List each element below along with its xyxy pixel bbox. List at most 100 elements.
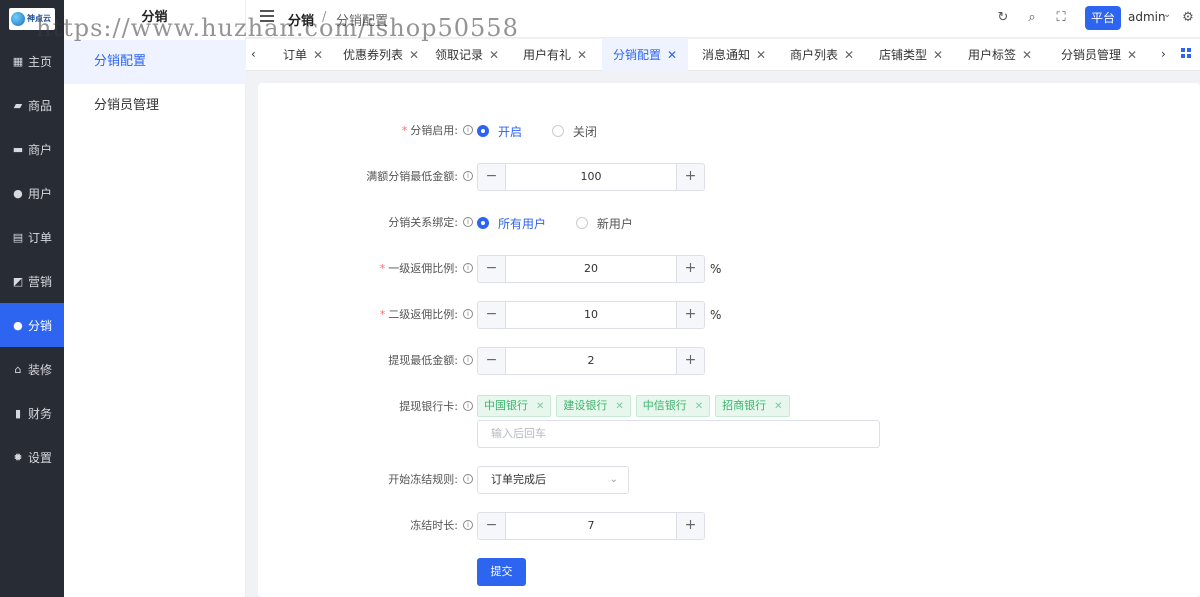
close-icon[interactable]: ✕ [313,48,323,62]
tab-user-tags[interactable]: 用户标签 ✕ [958,39,1042,71]
freeze-time-value[interactable]: 7 [506,513,676,539]
sidebar-item-label: 订单 [27,230,52,245]
sidebar-item-home[interactable]: ▦ 主页 [0,39,64,83]
close-icon[interactable]: ✕ [1127,48,1137,62]
submit-button[interactable]: 提交 [477,558,526,586]
info-icon[interactable]: i [463,474,473,484]
refresh-icon[interactable]: ↻ [995,10,1011,26]
bank-card-input[interactable]: 输入后回车 [477,420,880,448]
close-icon[interactable]: ✕ [1022,48,1032,62]
sidebar-item-orders[interactable]: ▤ 订单 [0,215,64,259]
tab-scroll-right-icon[interactable]: › [1161,47,1166,61]
close-icon[interactable]: ✕ [615,401,623,412]
increment-button[interactable]: + [676,164,704,190]
info-icon[interactable]: i [463,125,473,135]
menu-toggle-icon[interactable] [260,10,274,24]
decrement-button[interactable]: − [478,302,506,328]
tab-distributor-management[interactable]: 分销员管理 ✕ [1046,39,1152,71]
close-icon[interactable]: ✕ [409,48,419,62]
platform-button[interactable]: 平台 [1085,6,1121,30]
tab-scroll-left-icon[interactable]: ‹ [251,47,256,61]
increment-button[interactable]: + [676,256,704,282]
decrement-button[interactable]: − [478,256,506,282]
search-icon[interactable]: ⌕ [1024,10,1040,26]
freeze-rule-select[interactable]: 订单完成后 ⌄ [477,466,629,494]
tab-merchant-list[interactable]: 商户列表 ✕ [780,39,864,71]
level1-stepper[interactable]: − 20 + [477,255,705,283]
sidebar-item-finance[interactable]: ▮ 财务 [0,391,64,435]
sidebar-item-products[interactable]: ▰ 商品 [0,83,64,127]
info-icon[interactable]: i [463,401,473,411]
enable-label: * 分销启用: [401,124,458,137]
submenu-item-distributor-management[interactable]: 分销员管理 [64,84,246,128]
info-icon[interactable]: i [463,171,473,181]
sidebar-item-label: 用户 [27,186,52,201]
home-icon: ⌂ [14,362,22,376]
radio-binding-new-users[interactable]: 新用户 [575,209,633,237]
tab-label: 用户标签 [967,48,1016,62]
withdraw-min-stepper[interactable]: − 2 + [477,347,705,375]
withdraw-min-value[interactable]: 2 [506,348,676,374]
tab-menu-grid-icon[interactable] [1181,48,1191,58]
sidebar-item-distribution[interactable]: ● 分销 [0,303,64,347]
bank-tag: 中国银行 ✕ [477,395,552,417]
tab-message-notify[interactable]: 消息通知 ✕ [692,39,776,71]
decrement-button[interactable]: − [478,348,506,374]
sidebar-item-merchants[interactable]: ▬ 商户 [0,127,64,171]
radio-binding-all-users[interactable]: 所有用户 [477,209,546,237]
level2-stepper[interactable]: − 10 + [477,301,705,329]
sidebar-item-label: 商户 [27,142,52,157]
sidebar-item-marketing[interactable]: ◩ 营销 [0,259,64,303]
info-icon[interactable]: i [463,309,473,319]
form-row-min-amount: 满额分销最低金额: i − 100 + [258,163,1200,191]
level1-value[interactable]: 20 [506,256,676,282]
info-icon[interactable]: i [463,520,473,530]
min-amount-value[interactable]: 100 [506,164,676,190]
bank-cards-label: 提现银行卡: [399,400,458,413]
increment-button[interactable]: + [676,513,704,539]
tab-store-type[interactable]: 店铺类型 ✕ [868,39,954,71]
tab-orders[interactable]: 订单 ✕ [264,39,342,71]
user-menu[interactable]: admin [1128,10,1166,24]
level2-value[interactable]: 10 [506,302,676,328]
form-row-withdraw-min: 提现最低金额: i − 2 + [258,347,1200,375]
close-icon[interactable]: ✕ [774,401,782,412]
close-icon[interactable]: ✕ [536,401,544,412]
breadcrumb-root[interactable]: 分销 [288,10,314,29]
close-icon[interactable]: ✕ [695,401,703,412]
close-icon[interactable]: ✕ [756,48,766,62]
form-row-freeze-rule: 开始冻结规则: i 订单完成后 ⌄ [258,466,1200,494]
sidebar-item-settings[interactable]: ✹ 设置 [0,435,64,479]
radio-enable-off[interactable]: 关闭 [551,117,597,145]
logo[interactable]: 神点云 [0,0,64,38]
sidebar-item-label: 财务 [27,406,52,421]
tab-claim-records[interactable]: 领取记录 ✕ [428,39,506,71]
close-icon[interactable]: ✕ [844,48,854,62]
decrement-button[interactable]: − [478,513,506,539]
info-icon[interactable]: i [463,355,473,365]
close-icon[interactable]: ✕ [667,48,677,62]
freeze-time-stepper[interactable]: − 7 + [477,512,705,540]
settings-gear-icon[interactable]: ⚙ [1180,10,1196,26]
min-amount-label: 满额分销最低金额: [366,170,458,183]
info-icon[interactable]: i [463,217,473,227]
increment-button[interactable]: + [676,302,704,328]
close-icon[interactable]: ✕ [933,48,943,62]
radio-enable-on[interactable]: 开启 [477,117,522,145]
tab-distribution-config[interactable]: 分销配置 ✕ [602,39,688,71]
tab-coupon-list[interactable]: 优惠券列表 ✕ [342,39,420,71]
fullscreen-icon[interactable]: ⛶ [1053,10,1069,26]
top-header: 分销 / 分销配置 ↻ ⌕ ⛶ 平台 admin ⌄ ⚙ [246,0,1200,38]
increment-button[interactable]: + [676,348,704,374]
tab-user-gifts[interactable]: 用户有礼 ✕ [516,39,594,71]
decrement-button[interactable]: − [478,164,506,190]
chevron-down-icon[interactable]: ⌄ [1163,9,1171,20]
sidebar-item-users[interactable]: ● 用户 [0,171,64,215]
min-amount-stepper[interactable]: − 100 + [477,163,705,191]
sidebar-item-decoration[interactable]: ⌂ 装修 [0,347,64,391]
close-icon[interactable]: ✕ [489,48,499,62]
tab-label: 用户有礼 [522,48,571,62]
info-icon[interactable]: i [463,263,473,273]
close-icon[interactable]: ✕ [577,48,587,62]
submenu-item-distribution-config[interactable]: 分销配置 [64,40,246,84]
